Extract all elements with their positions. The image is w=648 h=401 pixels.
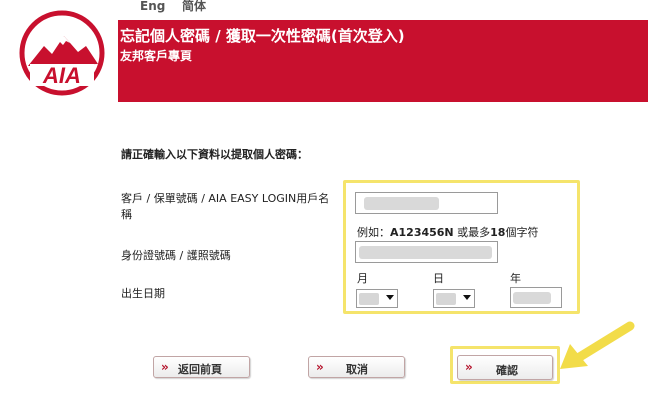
confirm-button[interactable]: » 確認 bbox=[457, 355, 553, 380]
month-select[interactable] bbox=[356, 289, 398, 308]
year-value bbox=[513, 292, 551, 304]
simplified-chinese-link[interactable]: 简体 bbox=[182, 0, 206, 12]
hint-prefix: 例如： bbox=[357, 226, 390, 239]
month-value bbox=[359, 293, 379, 305]
policy-number-label: 客戶 / 保單號碼 / AIA EASY LOGIN用戶名 稱 bbox=[121, 190, 329, 222]
date-of-birth-label: 出生日期 bbox=[121, 287, 165, 300]
policy-number-value bbox=[364, 197, 439, 210]
policy-number-input[interactable] bbox=[355, 192, 498, 214]
hint-example: A123456N bbox=[390, 226, 454, 239]
chevron-right-icon: » bbox=[316, 360, 324, 374]
english-language-link[interactable]: Eng bbox=[140, 0, 165, 12]
aia-logo: AIA bbox=[6, 6, 118, 102]
chevron-down-icon bbox=[463, 295, 471, 300]
id-number-value bbox=[359, 246, 492, 259]
page-title: 忘記個人密碼 / 獲取一次性密碼(首次登入) bbox=[120, 27, 405, 45]
hint-mid: 或最多 bbox=[453, 226, 491, 239]
policy-number-label-line2: 稱 bbox=[121, 208, 132, 221]
back-button-label: 返回前頁 bbox=[178, 363, 222, 376]
back-button[interactable]: » 返回前頁 bbox=[153, 356, 250, 378]
page-subtitle: 友邦客戶專頁 bbox=[120, 49, 193, 63]
day-label: 日 bbox=[433, 272, 444, 285]
day-value bbox=[436, 293, 456, 305]
year-label: 年 bbox=[510, 272, 521, 285]
month-label: 月 bbox=[357, 272, 368, 285]
chevron-right-icon: » bbox=[161, 360, 169, 374]
hint-number: 18 bbox=[490, 226, 506, 239]
arrow-annotation-icon bbox=[560, 321, 635, 369]
aia-logo-icon: AIA bbox=[19, 10, 105, 96]
chevron-down-icon bbox=[386, 295, 394, 300]
year-input[interactable] bbox=[510, 287, 562, 308]
cancel-button[interactable]: » 取消 bbox=[308, 356, 405, 378]
confirm-button-label: 確認 bbox=[496, 364, 518, 377]
id-number-input[interactable] bbox=[355, 241, 498, 263]
hint-suffix: 個字符 bbox=[505, 226, 539, 239]
day-select[interactable] bbox=[433, 289, 475, 308]
id-number-label: 身份證號碼 / 護照號碼 bbox=[121, 249, 231, 262]
policy-number-hint: 例如：A123456N 或最多18個字符 bbox=[357, 224, 538, 240]
chevron-right-icon: » bbox=[465, 360, 473, 374]
form-instruction: 請正確輸入以下資料以提取個人密碼： bbox=[121, 148, 308, 161]
cancel-button-label: 取消 bbox=[346, 363, 368, 376]
policy-number-label-line1: 客戶 / 保單號碼 / AIA EASY LOGIN用戶名 bbox=[121, 192, 330, 205]
aia-logo-text: AIA bbox=[42, 63, 81, 88]
